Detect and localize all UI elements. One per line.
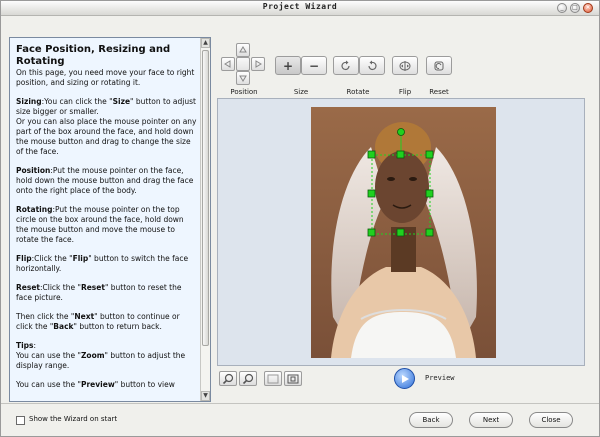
zoom-in-icon [222,373,234,384]
zoom-in-button[interactable] [219,371,237,386]
then-text-a: Then click the " [16,312,75,321]
close-window-button[interactable]: × [583,3,593,13]
flip-button[interactable] [392,56,418,75]
bride-photo [311,107,496,358]
preview-label: Preview [425,374,455,382]
rotate-left-icon [368,60,377,70]
reset-icon [434,61,444,70]
sizing-key: Size [112,97,131,106]
title-bar: Project Wizard _ □ × [1,1,599,16]
reset-label: Reset [429,88,449,96]
move-right-button[interactable] [251,57,265,71]
position-label: Position [230,88,258,96]
reset-key: Reset [80,283,105,292]
show-wizard-label: Show the Wizard on start [29,415,118,423]
tips-text-2b: " button to view [114,380,175,389]
zoom-out-button[interactable] [239,371,257,386]
footer-divider [1,403,599,404]
rotate-counterclockwise-button[interactable] [359,56,385,75]
rotating-heading: Rotating [16,205,53,214]
move-left-button[interactable] [221,57,235,71]
flip-key: Flip [72,254,89,263]
sizing-text-a: :You can click the " [41,97,113,106]
help-tips: Tips: You can use the "Zoom" button to ad… [16,341,198,371]
arrow-up-icon [239,46,247,53]
actual-size-button[interactable] [284,371,302,386]
bride-image [311,107,496,358]
zoom-out-icon [242,373,254,384]
tips-preview-key: Preview [80,380,115,389]
move-center [236,57,250,71]
project-wizard-window: Project Wizard _ □ × Face Position, Resi… [0,0,600,437]
flip-heading: Flip [16,254,32,263]
tips-zoom-key: Zoom [80,351,105,360]
tips-text-1a: You can use the " [16,351,81,360]
help-title: Face Position, Resizing and Rotating [16,44,171,67]
window-title: Project Wizard [262,2,338,11]
play-icon [401,374,409,383]
close-button[interactable]: Close [529,412,573,428]
then-text-c: " button to return back. [73,322,162,331]
help-intro: On this page, you need move your face to… [16,68,195,87]
minus-icon: − [308,58,320,73]
show-wizard-checkbox[interactable] [16,416,25,425]
tips-text-2a: You can use the " [16,380,81,389]
help-then: Then click the "Next" button to continue… [16,312,198,332]
rotate-clockwise-button[interactable] [333,56,359,75]
position-heading: Position [16,166,51,175]
help-text: Face Position, Resizing and Rotating On … [16,44,198,399]
scroll-up-arrow-icon[interactable]: ▲ [201,38,210,48]
help-position: Position:Put the mouse pointer on the fa… [16,166,198,196]
fit-icon [267,374,279,383]
rotate-right-icon [341,60,350,70]
editing-canvas[interactable] [217,98,585,366]
reset-text-a: :Click the " [40,283,81,292]
move-up-button[interactable] [236,43,250,57]
minimize-button[interactable]: _ [557,3,567,13]
reset-heading: Reset [16,283,40,292]
reset-button[interactable] [426,56,452,75]
sizing-heading: Sizing [16,97,42,106]
then-back-key: Back [53,322,74,331]
size-label: Size [293,88,309,96]
size-decrease-button[interactable]: − [301,56,327,75]
plus-icon: + [282,58,294,73]
scrollbar-thumb[interactable] [202,50,209,346]
preview-button[interactable] [394,368,415,389]
arrow-left-icon [224,60,231,68]
help-tips-2: You can use the "Preview" button to view [16,380,198,390]
help-reset: Reset:Click the "Reset" button to reset … [16,283,198,303]
then-next-key: Next [74,312,95,321]
scroll-down-arrow-icon[interactable]: ▼ [201,391,210,401]
arrow-right-icon [255,60,262,68]
fit-window-button[interactable] [264,371,282,386]
sizing-text-2: Or you can also place the mouse pointer … [16,117,197,156]
help-sizing: Sizing:You can click the "Size" button t… [16,97,198,157]
help-flip: Flip:Click the "Flip" button to switch t… [16,254,198,274]
flip-text-a: :Click the " [31,254,73,263]
actual-size-icon [287,374,299,383]
help-rotating: Rotating:Put the mouse pointer on the to… [16,205,198,245]
help-scrollbar[interactable]: ▲ ▼ [200,38,210,401]
flip-icon [399,60,411,71]
arrow-down-icon [239,75,247,82]
maximize-button[interactable]: □ [570,3,580,13]
back-button[interactable]: Back [409,412,453,428]
next-button[interactable]: Next [469,412,513,428]
help-panel: Face Position, Resizing and Rotating On … [9,37,211,402]
tips-heading: Tips [16,341,34,350]
tips-colon: : [33,341,37,350]
size-increase-button[interactable]: + [275,56,301,75]
move-down-button[interactable] [236,71,250,85]
